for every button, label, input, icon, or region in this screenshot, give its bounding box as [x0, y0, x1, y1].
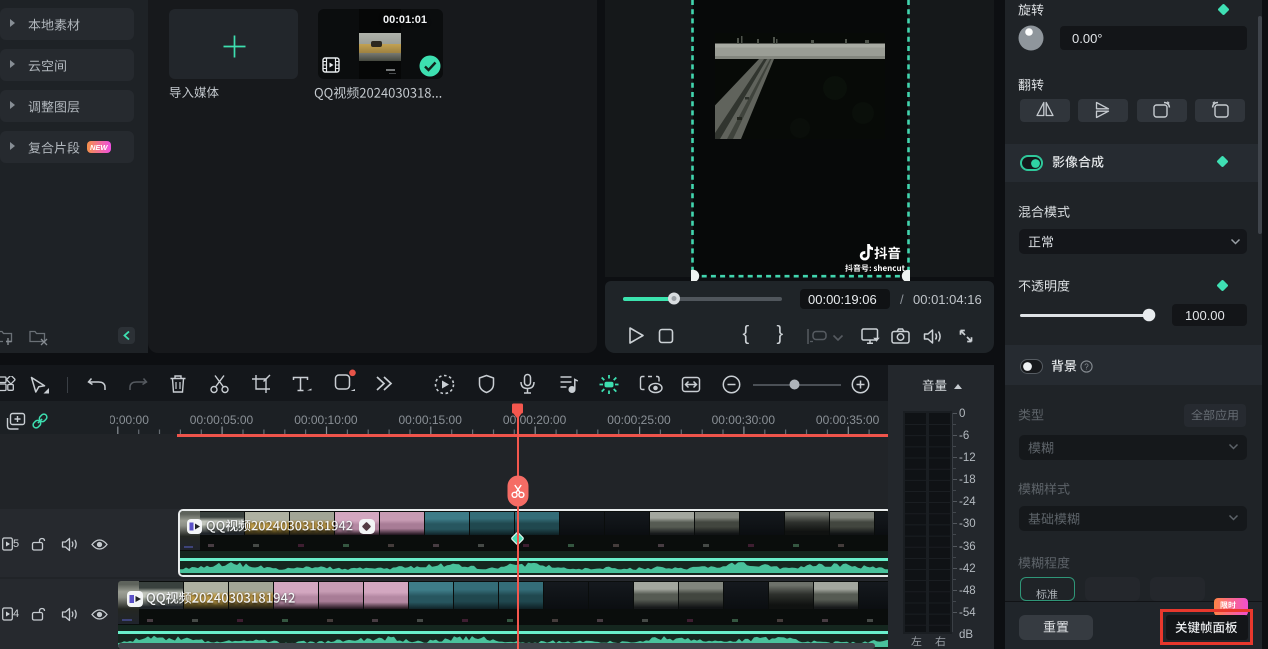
svg-text:?: ?	[1084, 362, 1089, 371]
